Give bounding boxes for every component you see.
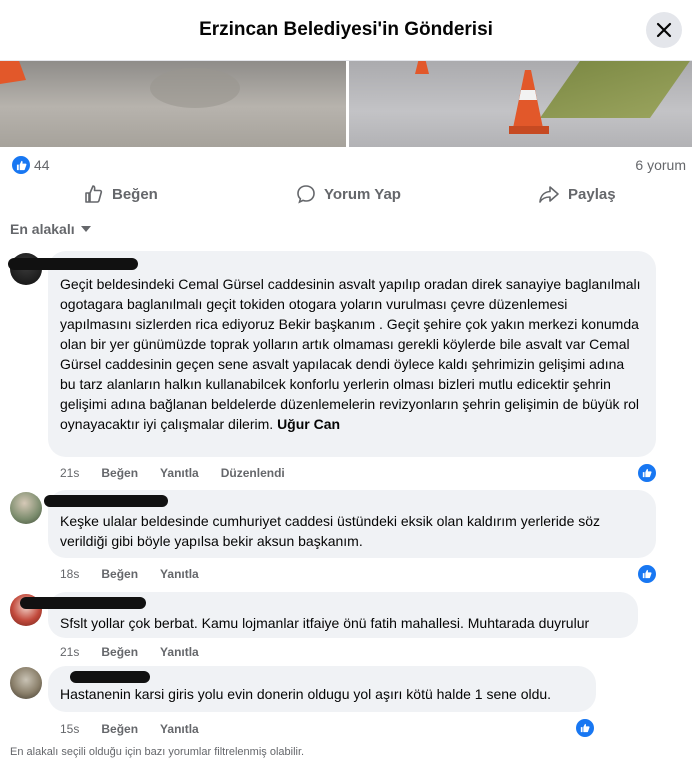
dialog-header: Erzincan Belediyesi'in Gönderisi: [0, 0, 692, 61]
like-reaction-icon[interactable]: [10, 154, 32, 176]
commenter-name-redacted: [8, 258, 138, 270]
comment-sort-dropdown[interactable]: En alakalı: [10, 221, 91, 237]
comment-button-label: Yorum Yap: [324, 185, 401, 203]
comment-sort-label: En alakalı: [10, 221, 75, 237]
post-action-bar: Beğen Yorum Yap Paylaş: [0, 180, 692, 210]
share-button[interactable]: Paylaş: [538, 184, 616, 204]
comment-time[interactable]: 18s: [60, 567, 79, 581]
comment-count[interactable]: 6 yorum: [635, 157, 686, 173]
comment-edited-label[interactable]: Düzenlendi: [221, 466, 285, 480]
comment-like-button[interactable]: Beğen: [101, 466, 138, 480]
comment-meta: 18s Beğen Yanıtla: [60, 567, 199, 581]
comment-like-reaction-icon[interactable]: [574, 717, 596, 739]
thumbs-up-icon: [85, 185, 103, 203]
like-button-label: Beğen: [112, 185, 158, 203]
caret-down-icon: [80, 226, 91, 232]
post-photos[interactable]: [0, 58, 692, 147]
comment-time[interactable]: 21s: [60, 466, 79, 480]
comment-time[interactable]: 21s: [60, 645, 79, 659]
comment-meta: 21s Beğen Yanıtla Düzenlendi: [60, 466, 285, 480]
like-count[interactable]: 44: [34, 157, 50, 173]
comment-like-button[interactable]: Beğen: [101, 645, 138, 659]
mention-link[interactable]: Uğur Can: [277, 416, 340, 432]
close-icon: [656, 22, 672, 38]
comment-text: Sfslt yollar çok berbat. Kamu lojmanlar …: [60, 615, 590, 631]
comment-reply-button[interactable]: Yanıtla: [160, 645, 199, 659]
comment-like-button[interactable]: Beğen: [101, 567, 138, 581]
avatar[interactable]: [10, 492, 42, 524]
comment-meta: 21s Beğen Yanıtla: [60, 645, 199, 659]
comment-bubble: Hastanenin karsi giris yolu evin donerin…: [48, 666, 596, 712]
comment-bubble: Keşke ulalar beldesinde cumhuriyet cadde…: [44, 490, 656, 558]
share-icon: [539, 186, 559, 203]
comment-icon: [297, 185, 315, 204]
comment-time[interactable]: 15s: [60, 722, 79, 736]
comment-meta: 15s Beğen Yanıtla: [60, 722, 199, 736]
commenter-name-redacted: [44, 495, 168, 507]
comment-button[interactable]: Yorum Yap: [296, 184, 401, 204]
comment-reply-button[interactable]: Yanıtla: [160, 722, 199, 736]
traffic-cone-image: [509, 70, 549, 134]
comment-reply-button[interactable]: Yanıtla: [160, 466, 199, 480]
comment-like-button[interactable]: Beğen: [101, 722, 138, 736]
commenter-name-redacted: [70, 671, 150, 683]
filter-note: En alakalı seçili olduğu için bazı yorum…: [10, 746, 305, 758]
comment-text: Keşke ulalar beldesinde cumhuriyet cadde…: [60, 513, 601, 549]
commenter-name-redacted: [20, 597, 146, 609]
dialog-title: Erzincan Belediyesi'in Gönderisi: [199, 19, 493, 40]
comment-text: Hastanenin karsi giris yolu evin donerin…: [60, 686, 552, 702]
post-photo-right[interactable]: [349, 58, 692, 147]
comment-like-reaction-icon[interactable]: [636, 563, 658, 585]
post-stats: 44 6 yorum: [10, 154, 686, 176]
comment-text: Geçit beldesindeki Cemal Gürsel caddesin…: [60, 276, 641, 432]
comment-reply-button[interactable]: Yanıtla: [160, 567, 199, 581]
post-photo-left[interactable]: [0, 58, 346, 147]
comment-bubble: Geçit beldesindeki Cemal Gürsel caddesin…: [8, 251, 656, 457]
comment-like-reaction-icon[interactable]: [636, 462, 658, 484]
share-button-label: Paylaş: [568, 185, 616, 203]
close-button[interactable]: [646, 12, 682, 48]
traffic-cone-image: [0, 58, 26, 84]
avatar[interactable]: [10, 667, 42, 699]
comment-bubble: Sfslt yollar çok berbat. Kamu lojmanlar …: [20, 592, 638, 638]
like-button[interactable]: Beğen: [84, 184, 158, 204]
